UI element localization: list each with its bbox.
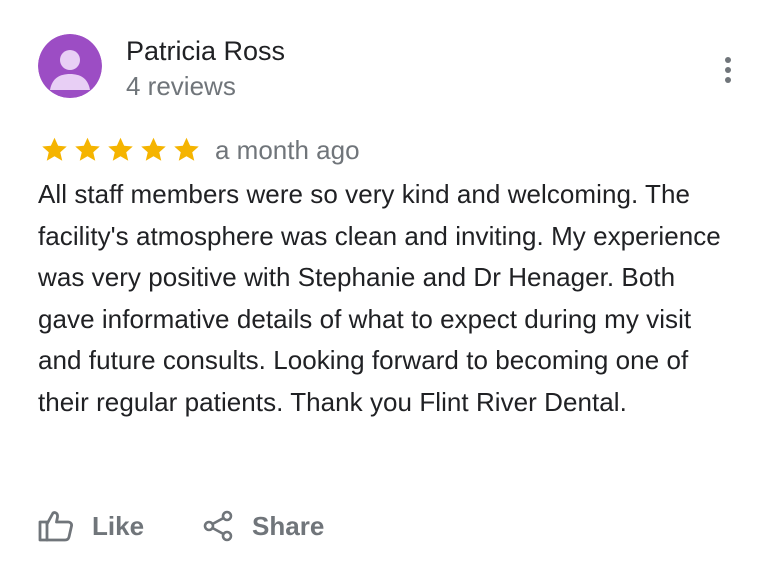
reviewer-name[interactable]: Patricia Ross bbox=[126, 34, 285, 68]
star-icon bbox=[42, 137, 67, 161]
star-rating bbox=[38, 135, 203, 165]
star-icon bbox=[174, 137, 199, 161]
avatar[interactable] bbox=[38, 34, 102, 98]
share-icon bbox=[203, 510, 233, 542]
review-actions: Like Share bbox=[38, 504, 324, 548]
star-icon bbox=[75, 137, 100, 161]
more-options-button[interactable] bbox=[712, 50, 744, 90]
share-button[interactable]: Share bbox=[202, 506, 324, 546]
review-timestamp: a month ago bbox=[215, 135, 360, 165]
review-text: All staff members were so very kind and … bbox=[38, 179, 721, 417]
person-icon bbox=[38, 34, 102, 98]
more-vert-icon bbox=[725, 57, 731, 83]
like-label: Like bbox=[92, 511, 145, 541]
star-icon bbox=[141, 137, 166, 161]
review-count[interactable]: 4 reviews bbox=[126, 70, 236, 102]
thumbs-up-icon bbox=[38, 511, 73, 542]
review-card: Patricia Ross 4 reviews a month ago All … bbox=[0, 0, 774, 562]
like-button[interactable]: Like bbox=[38, 506, 144, 546]
star-icon bbox=[108, 137, 133, 161]
rating-row: a month ago bbox=[38, 132, 360, 168]
share-label: Share bbox=[252, 511, 325, 541]
